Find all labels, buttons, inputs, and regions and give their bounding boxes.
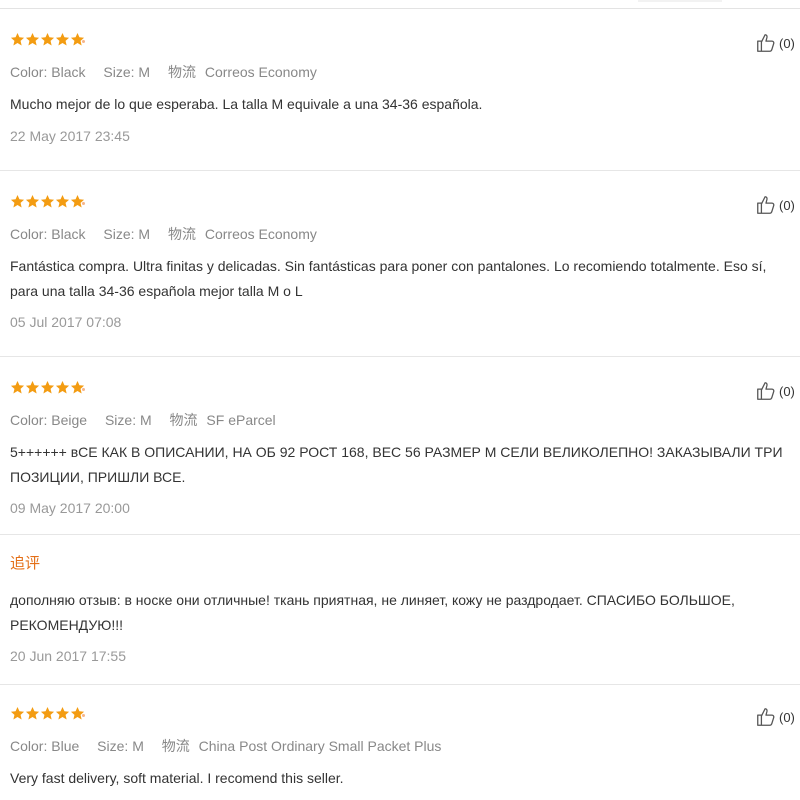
color-label: Color: <box>10 64 48 80</box>
star-rating <box>10 194 85 209</box>
shipping-method: Correos Economy <box>204 226 317 242</box>
thumbs-up-icon <box>755 194 777 216</box>
rating-marker <box>82 714 85 717</box>
size-value: M <box>132 738 144 754</box>
review-date: 09 May 2017 20:00 <box>10 500 130 516</box>
review-attributes: Color: Blue Size: M 物流 China Post Ordina… <box>10 736 441 756</box>
star-icon <box>25 380 40 395</box>
review-divider <box>0 684 800 685</box>
rating-marker <box>82 388 85 391</box>
star-icon <box>40 706 55 721</box>
review-date: 05 Jul 2017 07:08 <box>10 314 122 330</box>
star-rating <box>10 706 85 721</box>
top-tab-edge <box>638 0 722 2</box>
size-value: M <box>138 226 151 242</box>
helpful-count: (0) <box>779 709 795 725</box>
rating-marker <box>82 202 85 205</box>
review-divider <box>0 356 800 357</box>
thumbs-up-icon <box>755 706 777 728</box>
star-icon <box>10 32 25 47</box>
helpful-button[interactable]: (0) <box>755 194 795 216</box>
review-divider <box>0 170 800 171</box>
star-icon <box>55 706 70 721</box>
color-value: Black <box>51 226 86 242</box>
color-value: Blue <box>51 738 80 754</box>
star-icon <box>25 32 40 47</box>
star-icon <box>55 380 70 395</box>
top-divider <box>0 8 800 9</box>
color-value: Beige <box>51 412 88 428</box>
helpful-count: (0) <box>779 197 795 213</box>
color-label: Color: <box>10 226 48 242</box>
shipping-method: Correos Economy <box>204 64 317 80</box>
star-rating <box>10 380 85 395</box>
review-attributes: Color: Beige Size: M 物流 SF eParcel <box>10 410 276 430</box>
logistics-label: 物流 <box>169 412 198 428</box>
color-label: Color: <box>10 412 48 428</box>
size-value: M <box>138 64 151 80</box>
review-text: Fantástica compra. Ultra finitas y delic… <box>10 258 767 299</box>
star-icon <box>10 706 25 721</box>
shipping-method: China Post Ordinary Small Packet Plus <box>198 738 442 754</box>
additional-review-label: 追评 <box>10 555 41 572</box>
star-icon <box>10 380 25 395</box>
thumbs-up-icon <box>755 32 777 54</box>
review-attributes: Color: Black Size: M 物流 Correos Economy <box>10 62 317 82</box>
shipping-method: SF eParcel <box>206 412 276 428</box>
size-value: M <box>139 412 152 428</box>
helpful-button[interactable]: (0) <box>755 380 795 402</box>
helpful-button[interactable]: (0) <box>755 32 795 54</box>
color-label: Color: <box>10 738 48 754</box>
review-attributes: Color: Black Size: M 物流 Correos Economy <box>10 224 317 244</box>
star-icon <box>25 706 40 721</box>
review-text: Mucho mejor de lo que esperaba. La talla… <box>10 96 483 112</box>
star-icon <box>10 194 25 209</box>
thumbs-up-icon <box>755 380 777 402</box>
star-icon <box>55 32 70 47</box>
helpful-button[interactable]: (0) <box>755 706 795 728</box>
additional-review-text: дополняю отзыв: в носке они отличные! тк… <box>10 592 735 633</box>
additional-review-date: 20 Jun 2017 17:55 <box>10 648 126 664</box>
size-label: Size: <box>97 738 129 754</box>
star-icon <box>40 194 55 209</box>
logistics-label: 物流 <box>161 738 190 754</box>
logistics-label: 物流 <box>167 226 196 242</box>
helpful-count: (0) <box>779 383 795 399</box>
star-icon <box>40 380 55 395</box>
star-icon <box>25 194 40 209</box>
rating-marker <box>82 40 85 43</box>
review-text: 5++++++ вСЕ КАК В ОПИСАНИИ, НА ОБ 92 РОС… <box>10 444 783 485</box>
star-icon <box>55 194 70 209</box>
additional-review-divider <box>0 534 800 535</box>
logistics-label: 物流 <box>167 64 196 80</box>
helpful-count: (0) <box>779 35 795 51</box>
color-value: Black <box>51 64 86 80</box>
size-label: Size: <box>103 226 135 242</box>
review-date: 22 May 2017 23:45 <box>10 128 130 144</box>
review-text: Very fast delivery, soft material. I rec… <box>10 770 344 786</box>
star-rating <box>10 32 85 47</box>
size-label: Size: <box>103 64 135 80</box>
star-icon <box>40 32 55 47</box>
size-label: Size: <box>104 412 137 428</box>
